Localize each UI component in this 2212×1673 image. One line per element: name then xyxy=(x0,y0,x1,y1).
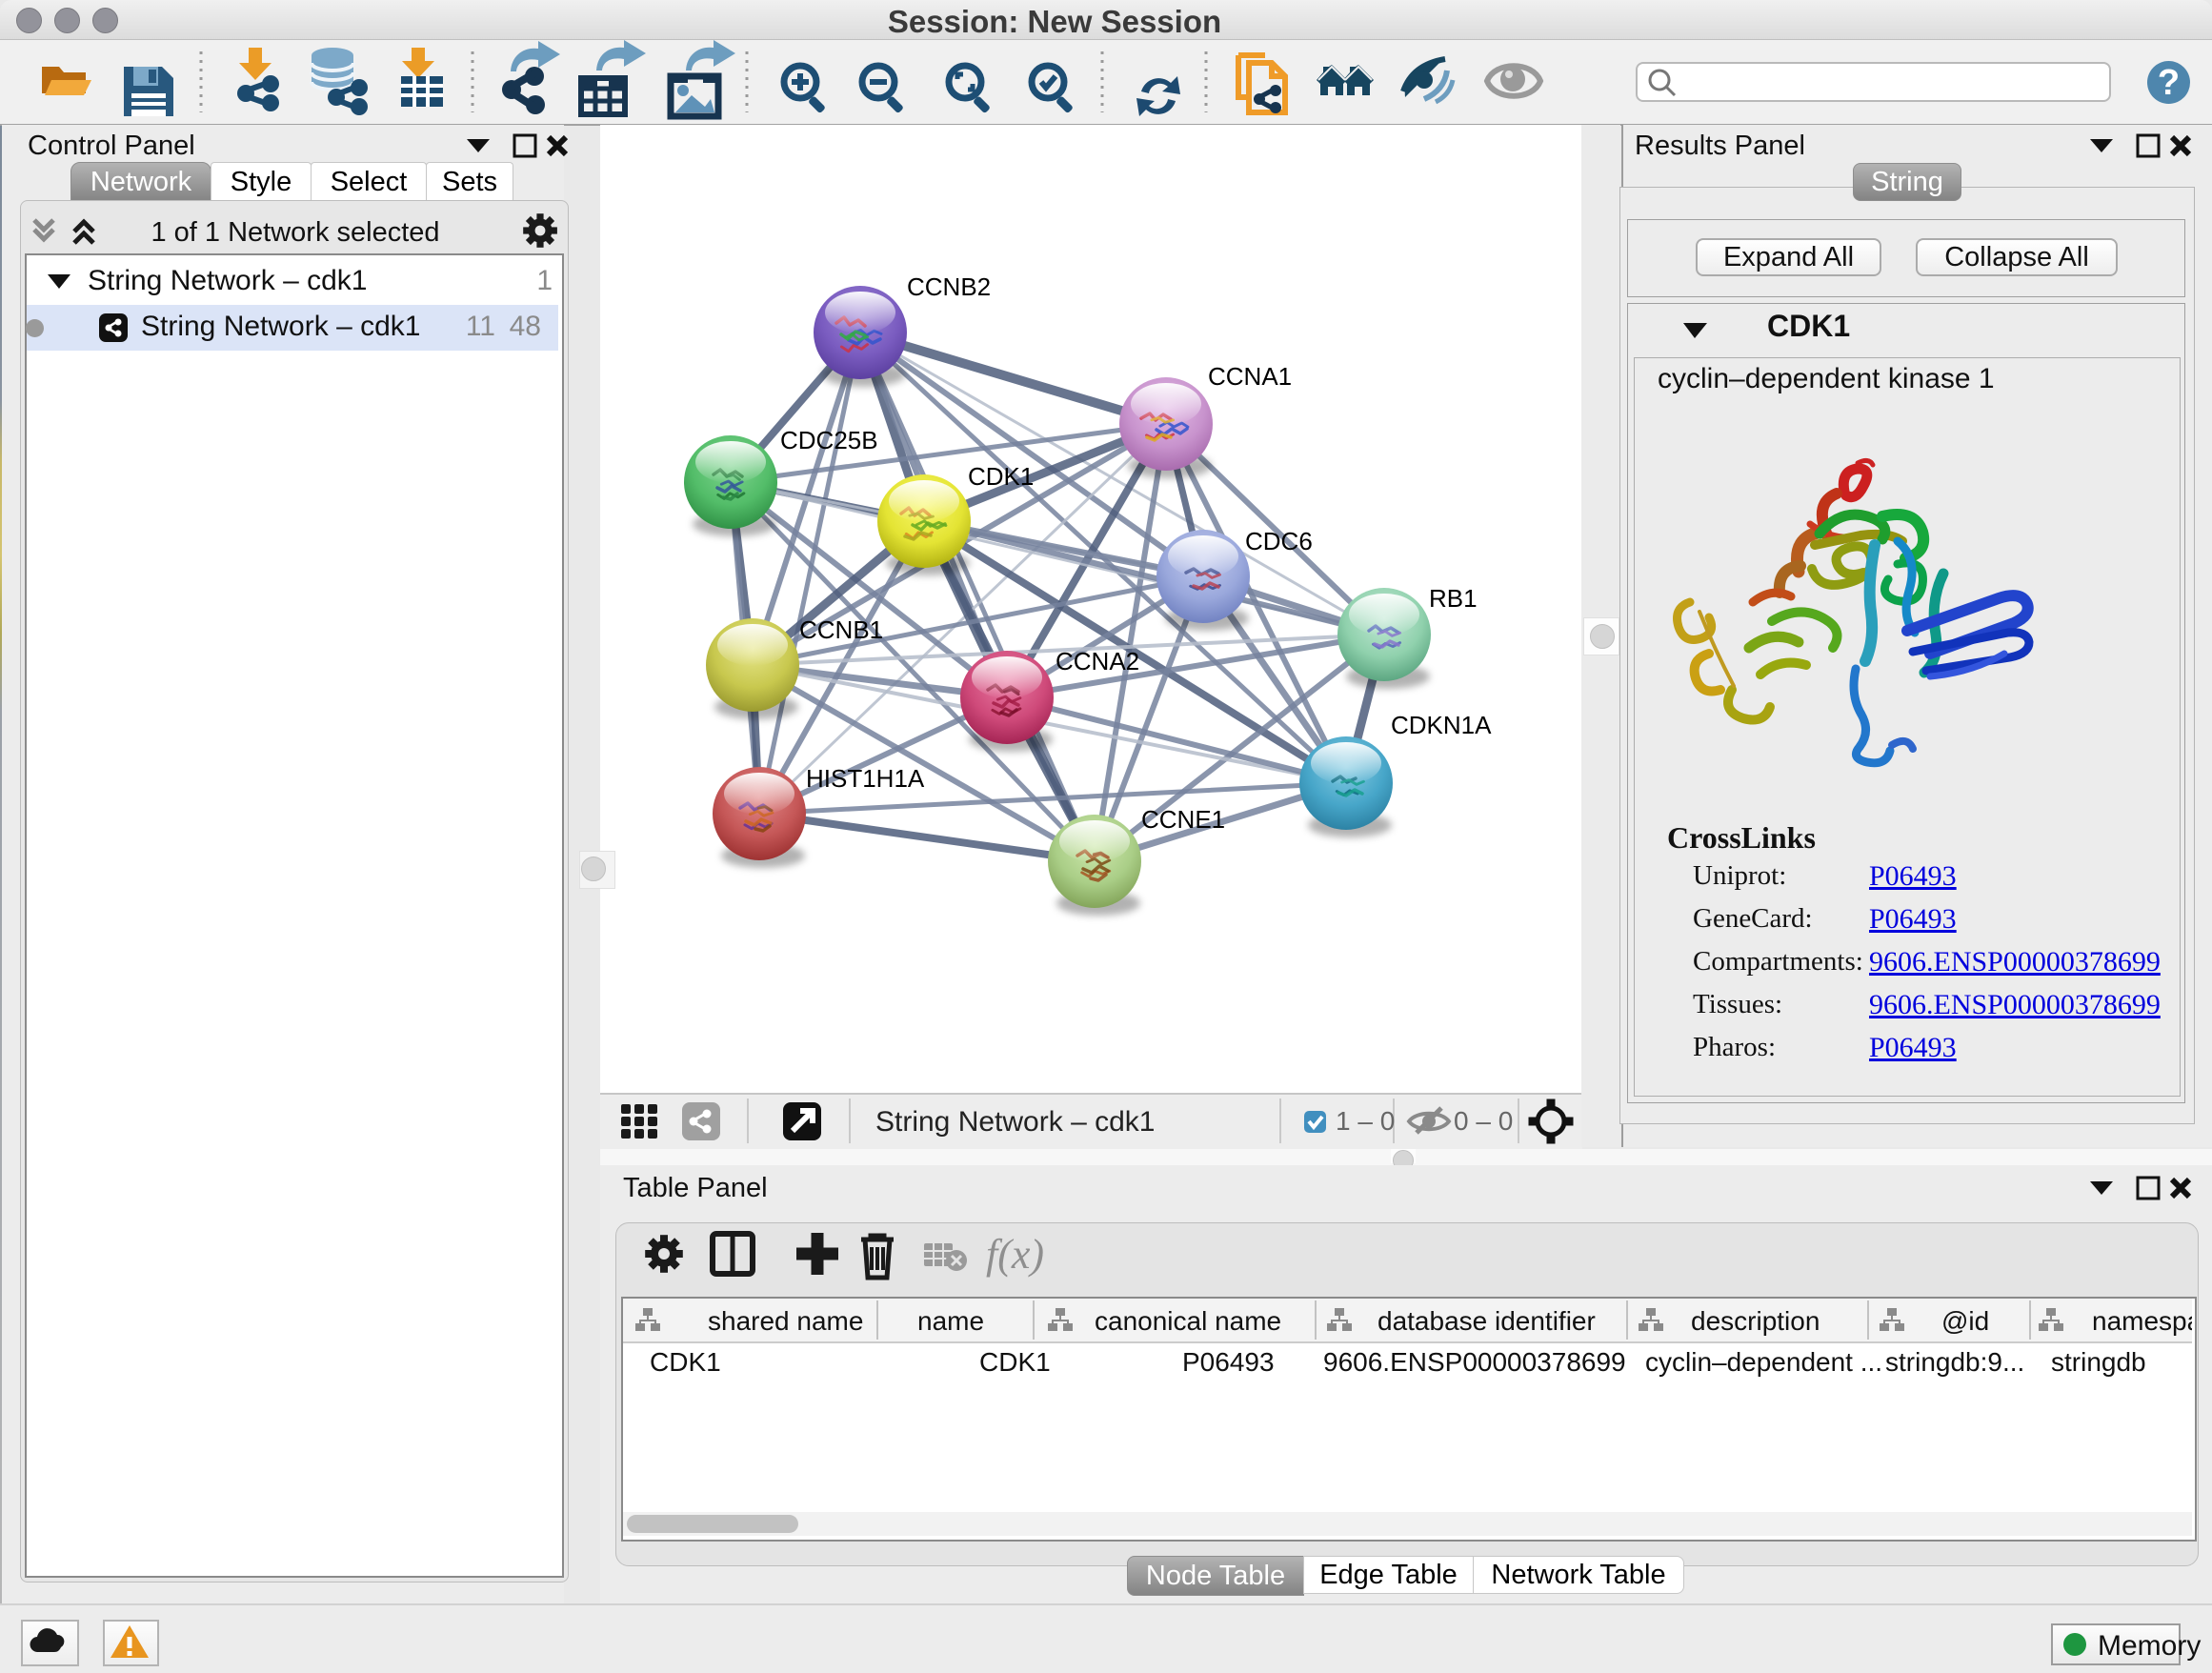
svg-text:description: description xyxy=(1691,1306,1820,1336)
svg-text:CDKN1A: CDKN1A xyxy=(1391,711,1492,739)
svg-text:canonical name: canonical name xyxy=(1095,1306,1281,1336)
svg-text:namespac: namespac xyxy=(2092,1306,2192,1336)
svg-text:name: name xyxy=(917,1306,984,1336)
svg-text:database identifier: database identifier xyxy=(1377,1306,1596,1336)
svg-text:RB1: RB1 xyxy=(1429,584,1478,613)
svg-text:@id: @id xyxy=(1941,1306,1989,1336)
svg-text:CCNB2: CCNB2 xyxy=(907,272,991,301)
svg-text:1 – 0: 1 – 0 xyxy=(1336,1106,1395,1136)
svg-text:CCNB1: CCNB1 xyxy=(799,615,883,644)
svg-text:CDC25B: CDC25B xyxy=(780,426,878,454)
svg-text:0 – 0: 0 – 0 xyxy=(1454,1106,1513,1136)
svg-text:CDK1: CDK1 xyxy=(968,462,1034,491)
svg-text:String Network – cdk1: String Network – cdk1 xyxy=(875,1106,1155,1138)
svg-text:CCNA2: CCNA2 xyxy=(1056,647,1139,675)
svg-text:shared name: shared name xyxy=(708,1306,863,1336)
svg-text:CCNA1: CCNA1 xyxy=(1208,362,1292,391)
svg-text:CDC6: CDC6 xyxy=(1245,527,1313,555)
svg-text:CCNE1: CCNE1 xyxy=(1141,805,1225,834)
svg-text:HIST1H1A: HIST1H1A xyxy=(806,764,925,793)
svg-text:f(x): f(x) xyxy=(986,1231,1044,1278)
